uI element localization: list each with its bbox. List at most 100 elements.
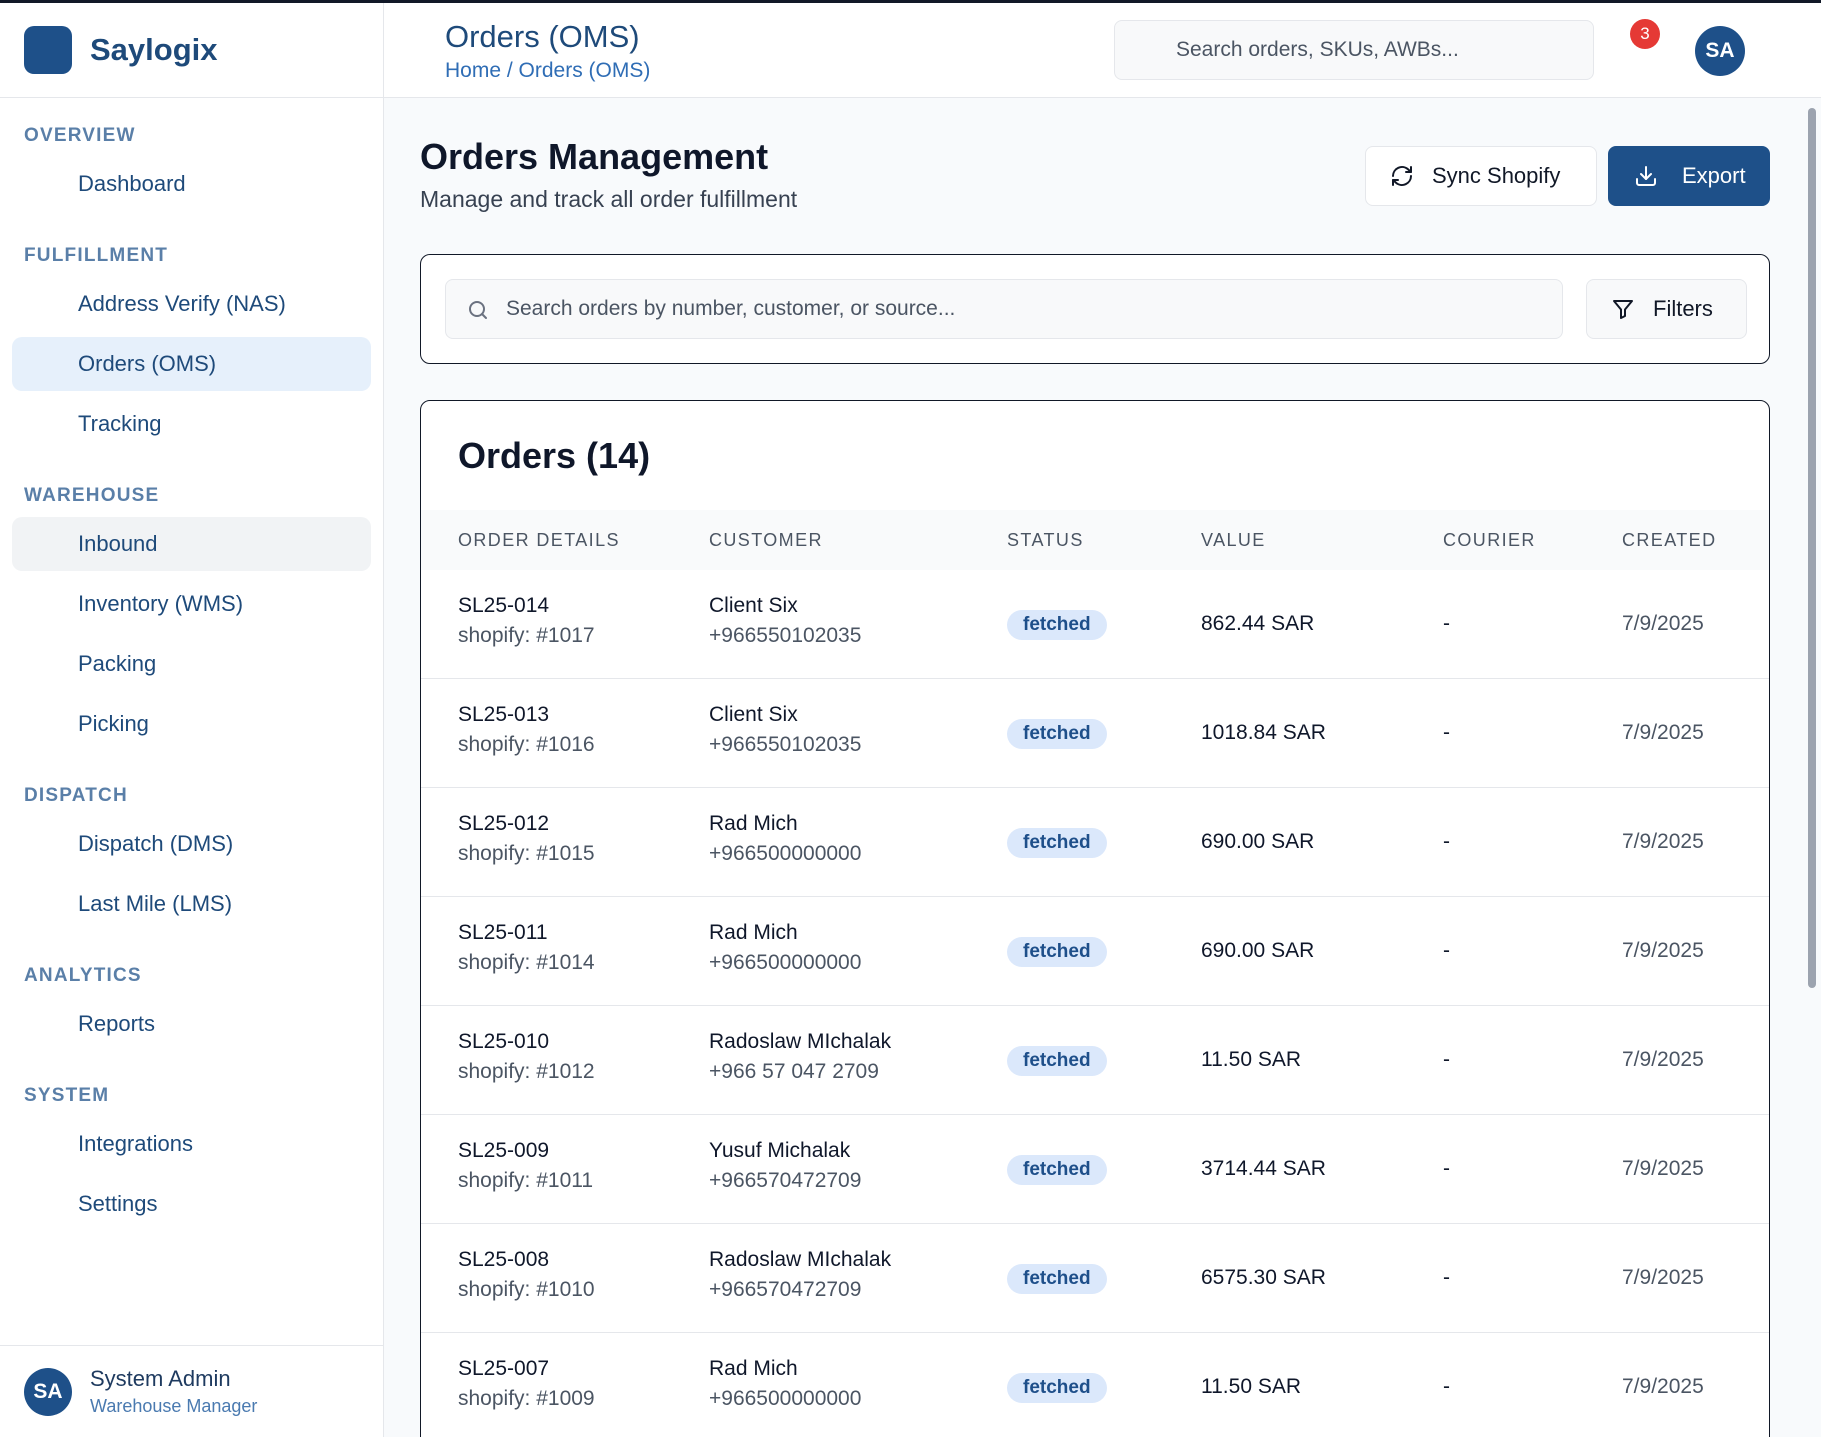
column-header-value[interactable]: VALUE [1201,510,1266,570]
column-header-customer[interactable]: CUSTOMER [709,510,823,570]
order-source: shopify: #1017 [458,624,595,647]
customer-name: Radoslaw MIchalak [709,1030,892,1053]
table-row[interactable]: SL25-010 shopify: #1012 Radoslaw MIchala… [421,1006,1769,1115]
scrollbar[interactable] [1806,100,1818,1437]
sidebar-section-title: ANALYTICS [24,965,142,986]
order-details-cell: SL25-011 shopify: #1014 [458,921,595,975]
user-name: System Admin [90,1366,231,1391]
order-search-box[interactable] [445,279,1563,339]
order-value: 6575.30 SAR [1201,1266,1326,1289]
sidebar-item-integrations[interactable]: Integrations [12,1117,371,1171]
filters-label: Filters [1653,296,1713,321]
search-icon [469,301,487,319]
courier: - [1443,939,1450,962]
created-date: 7/9/2025 [1622,1266,1704,1289]
customer-cell: Client Six +966550102035 [709,594,861,648]
customer-cell: Rad Mich +966500000000 [709,921,861,975]
status-badge: fetched [1007,828,1107,858]
courier: - [1443,1375,1450,1398]
customer-phone: +966570472709 [709,1278,862,1301]
header-title: Orders (OMS) [445,19,640,54]
filters-button[interactable]: Filters [1586,279,1747,339]
filter-card: Filters [420,254,1770,364]
created-date: 7/9/2025 [1622,721,1704,744]
order-details-cell: SL25-009 shopify: #1011 [458,1139,593,1193]
sidebar-item-picking[interactable]: Picking [12,697,371,751]
order-search-input[interactable] [506,280,1556,338]
created-date: 7/9/2025 [1622,939,1704,962]
order-value: 862.44 SAR [1201,612,1315,635]
order-source: shopify: #1010 [458,1278,595,1301]
sidebar-item-settings[interactable]: Settings [12,1177,371,1231]
order-number[interactable]: SL25-013 [458,703,595,727]
courier: - [1443,1048,1450,1071]
order-value: 11.50 SAR [1201,1048,1302,1071]
sidebar-item-inbound[interactable]: Inbound [12,517,371,571]
customer-name: Client Six [709,703,798,726]
status-badge: fetched [1007,1046,1107,1076]
table-row[interactable]: SL25-014 shopify: #1017 Client Six +9665… [421,570,1769,679]
table-row[interactable]: SL25-011 shopify: #1014 Rad Mich +966500… [421,897,1769,1006]
table-row[interactable]: SL25-009 shopify: #1011 Yusuf Michalak +… [421,1115,1769,1224]
courier: - [1443,612,1450,635]
breadcrumb[interactable]: Home / Orders (OMS) [445,59,650,83]
customer-cell: Radoslaw MIchalak +966570472709 [709,1248,891,1302]
order-number[interactable]: SL25-009 [458,1139,593,1163]
table-row[interactable]: SL25-012 shopify: #1015 Rad Mich +966500… [421,788,1769,897]
sidebar-item-address-verify-nas[interactable]: Address Verify (NAS) [12,277,371,331]
table-row[interactable]: SL25-007 shopify: #1009 Rad Mich +966500… [421,1333,1769,1437]
order-details-cell: SL25-010 shopify: #1012 [458,1030,595,1084]
brand[interactable]: Saylogix [0,3,383,98]
table-row[interactable]: SL25-008 shopify: #1010 Radoslaw MIchala… [421,1224,1769,1333]
order-number[interactable]: SL25-012 [458,812,595,836]
order-number[interactable]: SL25-010 [458,1030,595,1054]
order-source: shopify: #1014 [458,951,595,974]
column-header-order-details[interactable]: ORDER DETAILS [458,510,620,570]
created-date: 7/9/2025 [1622,612,1704,635]
orders-title: Orders (14) [458,435,651,476]
top-header: Orders (OMS) Home / Orders (OMS) 3 SA [384,3,1821,98]
customer-name: Rad Mich [709,1357,798,1380]
customer-phone: +966500000000 [709,842,862,865]
sidebar-item-orders-oms[interactable]: Orders (OMS) [12,337,371,391]
user-profile[interactable]: SA System Admin Warehouse Manager [0,1345,383,1437]
sidebar-item-packing[interactable]: Packing [12,637,371,691]
export-button[interactable]: Export [1608,146,1770,206]
courier: - [1443,1266,1450,1289]
global-search-input[interactable] [1114,20,1594,80]
sidebar-item-last-mile-lms[interactable]: Last Mile (LMS) [12,877,371,931]
column-header-created[interactable]: CREATED [1622,510,1716,570]
order-number[interactable]: SL25-007 [458,1357,595,1381]
order-number[interactable]: SL25-011 [458,921,595,945]
sidebar-item-inventory-wms[interactable]: Inventory (WMS) [12,577,371,631]
order-number[interactable]: SL25-008 [458,1248,595,1272]
order-source: shopify: #1012 [458,1060,595,1083]
sync-shopify-button[interactable]: Sync Shopify [1365,146,1597,206]
created-date: 7/9/2025 [1622,1157,1704,1180]
order-details-cell: SL25-012 shopify: #1015 [458,812,595,866]
order-details-cell: SL25-013 shopify: #1016 [458,703,595,757]
customer-phone: +966500000000 [709,1387,862,1410]
order-details-cell: SL25-007 shopify: #1009 [458,1357,595,1411]
sidebar-item-dispatch-dms[interactable]: Dispatch (DMS) [12,817,371,871]
scroll-thumb[interactable] [1808,108,1816,988]
order-value: 1018.84 SAR [1201,721,1326,744]
sidebar-section-title: WAREHOUSE [24,485,160,506]
status-badge: fetched [1007,937,1107,967]
customer-phone: +966500000000 [709,951,862,974]
avatar: SA [24,1367,72,1416]
table-body: SL25-014 shopify: #1017 Client Six +9665… [421,570,1769,1437]
table-row[interactable]: SL25-013 shopify: #1016 Client Six +9665… [421,679,1769,788]
column-header-courier[interactable]: COURIER [1443,510,1536,570]
created-date: 7/9/2025 [1622,1375,1704,1398]
customer-name: Rad Mich [709,921,798,944]
header-avatar[interactable]: SA [1695,26,1745,76]
order-number[interactable]: SL25-014 [458,594,595,618]
customer-name: Rad Mich [709,812,798,835]
order-source: shopify: #1016 [458,733,595,756]
order-details-cell: SL25-014 shopify: #1017 [458,594,595,648]
sidebar-item-dashboard[interactable]: Dashboard [12,157,371,211]
sidebar-item-reports[interactable]: Reports [12,997,371,1051]
column-header-status[interactable]: STATUS [1007,510,1084,570]
sidebar-item-tracking[interactable]: Tracking [12,397,371,451]
